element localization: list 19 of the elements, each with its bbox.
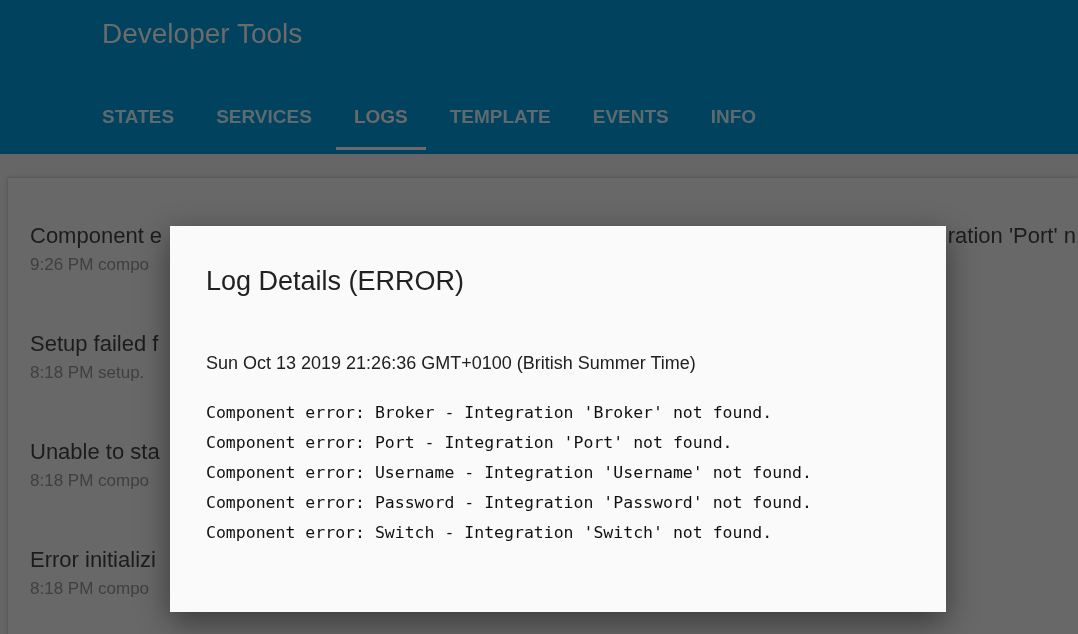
log-line: Component error: Password - Integration 'Password' not found. xyxy=(206,492,813,514)
log-line: Component error: Broker - Integration 'Broker' not found. xyxy=(206,402,774,424)
log-message[interactable]: Error initializi xyxy=(30,547,156,573)
tab[interactable]: LOGS xyxy=(335,94,426,150)
log-line: Component error: Username - Integration 'Username' not found. xyxy=(206,462,813,484)
tab[interactable]: INFO xyxy=(692,94,775,150)
log-line: Component error: Port - Integration 'Port' not found. xyxy=(206,432,734,454)
dialog-title: Log Details (ERROR) xyxy=(206,266,466,297)
tab[interactable]: TEMPLATE xyxy=(431,94,569,150)
tab[interactable]: SERVICES xyxy=(198,94,330,150)
log-timestamp: Sun Oct 13 2019 21:26:36 GMT+0100 (British Summer Time) xyxy=(206,353,697,374)
log-message[interactable]: Setup failed f xyxy=(30,331,159,357)
log-message[interactable]: ration 'Port' n xyxy=(947,223,1076,249)
page-title: Developer Tools xyxy=(102,18,304,51)
log-message[interactable]: Unable to sta xyxy=(30,439,160,465)
tab[interactable]: EVENTS xyxy=(574,94,687,150)
log-line: Component error: Switch - Integration 'Switch' not found. xyxy=(206,522,774,544)
tab[interactable]: STATES xyxy=(84,94,193,150)
log-message[interactable]: Component e xyxy=(30,223,163,249)
